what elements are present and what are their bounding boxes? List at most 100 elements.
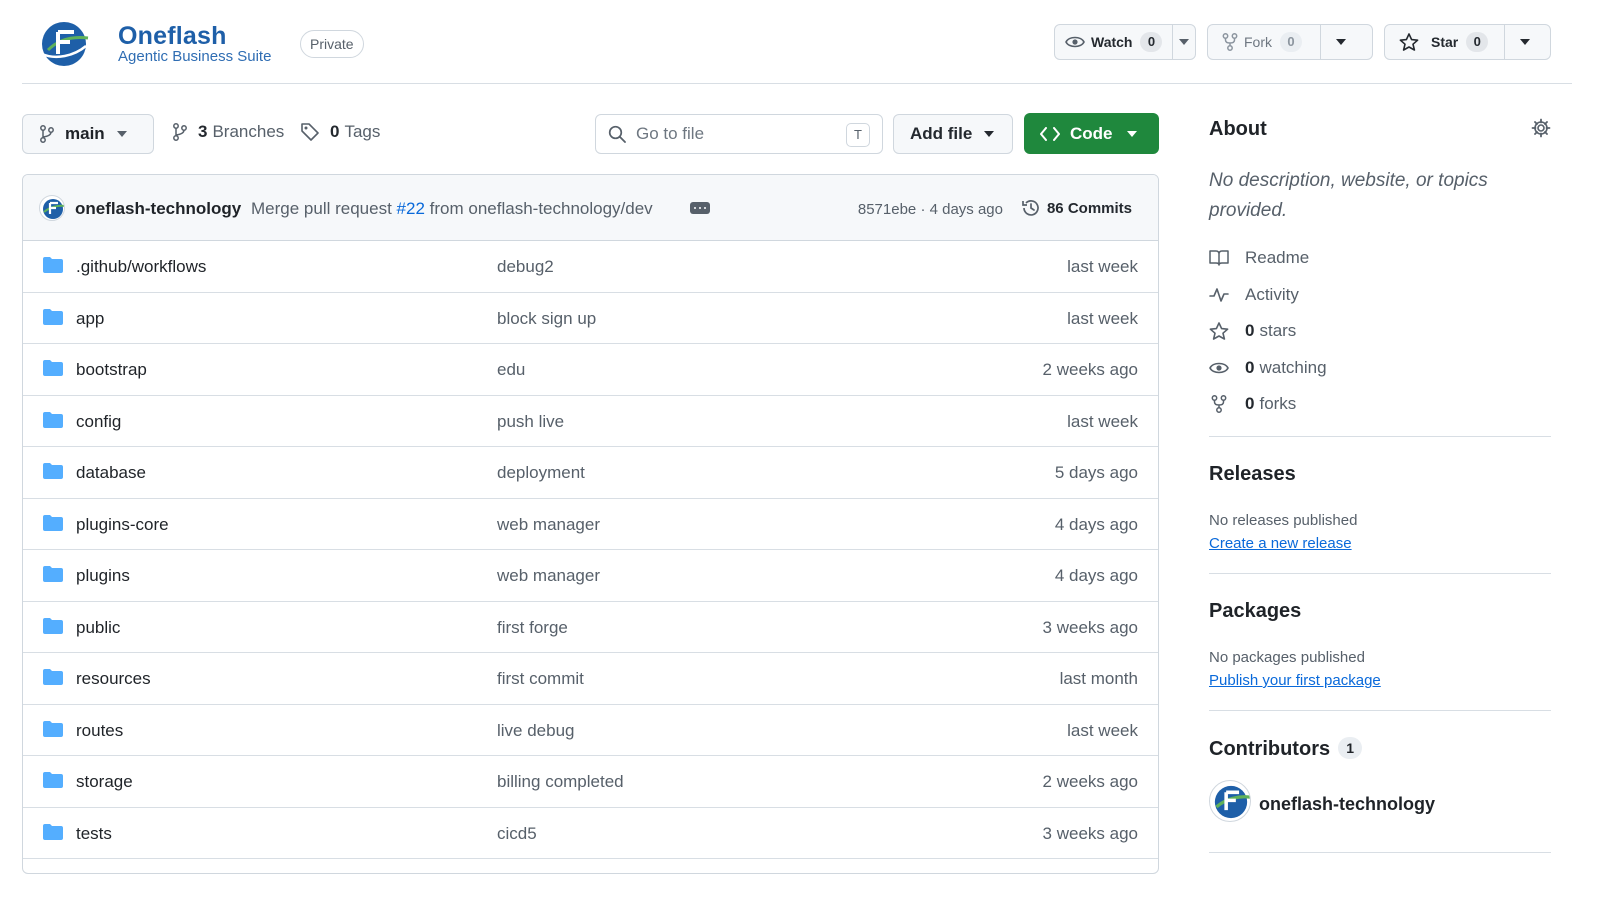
divider — [1209, 573, 1551, 574]
add-file-button[interactable]: Add file — [893, 114, 1013, 154]
branches-link[interactable]: 3 Branches — [172, 122, 284, 142]
folder-icon — [43, 360, 63, 376]
code-label: Code — [1070, 123, 1113, 143]
gear-icon[interactable] — [1531, 118, 1551, 138]
fork-label: Fork — [1244, 34, 1272, 50]
file-commit-message[interactable]: edu — [497, 360, 525, 380]
ellipsis-icon[interactable] — [690, 202, 710, 214]
publish-package-link[interactable]: Publish your first package — [1209, 672, 1381, 689]
eye-icon — [1065, 36, 1085, 48]
avatar[interactable] — [1209, 780, 1251, 822]
watch-dropdown[interactable] — [1172, 25, 1195, 59]
file-name[interactable]: resources — [76, 669, 151, 689]
pull-request-link[interactable]: #22 — [397, 199, 425, 218]
code-button[interactable]: Code — [1024, 113, 1159, 154]
fork-button-group: Fork 0 — [1207, 24, 1373, 60]
brand-name: Oneflash — [118, 22, 227, 50]
star-icon — [1209, 322, 1229, 340]
table-row[interactable]: public first forge 3 weeks ago — [23, 602, 1158, 653]
tags-link[interactable]: 0 Tags — [300, 122, 380, 142]
stars-link[interactable]: 0 stars — [1209, 321, 1296, 341]
star-dropdown[interactable] — [1504, 25, 1544, 59]
file-commit-message[interactable]: cicd5 — [497, 824, 537, 844]
table-row[interactable]: app block sign up last week — [23, 293, 1158, 344]
table-row[interactable]: .github/workflows debug2 last week — [23, 241, 1158, 293]
activity-link[interactable]: Activity — [1209, 285, 1299, 305]
forks-link[interactable]: 0 forks — [1209, 394, 1296, 414]
branch-icon — [173, 123, 187, 141]
table-row[interactable]: resources first commit last month — [23, 653, 1158, 705]
file-commit-message[interactable]: deployment — [497, 463, 585, 483]
packages-title[interactable]: Packages — [1209, 600, 1301, 623]
file-name[interactable]: plugins-core — [76, 515, 169, 535]
file-commit-message[interactable]: live debug — [497, 721, 575, 741]
table-row[interactable]: database deployment 5 days ago — [23, 447, 1158, 499]
add-file-label: Add file — [910, 124, 973, 143]
table-row[interactable]: bootstrap edu 2 weeks ago — [23, 344, 1158, 396]
fork-dropdown[interactable] — [1320, 25, 1360, 59]
commits-link[interactable]: 86 Commits — [1021, 198, 1132, 218]
file-name[interactable]: database — [76, 463, 146, 483]
latest-commit-bar: oneflash-technology Merge pull request #… — [23, 175, 1158, 241]
file-commit-message[interactable]: debug2 — [497, 257, 554, 277]
file-commit-date: last week — [1067, 411, 1138, 431]
watch-label: Watch — [1091, 34, 1133, 50]
caret-down-icon — [116, 131, 127, 137]
file-name[interactable]: app — [76, 309, 104, 329]
file-name[interactable]: public — [76, 618, 120, 638]
file-name[interactable]: bootstrap — [76, 360, 147, 380]
star-button[interactable]: Star 0 — [1385, 25, 1504, 59]
table-row[interactable]: storage billing completed 2 weeks ago — [23, 756, 1158, 808]
watch-button[interactable]: Watch 0 — [1055, 25, 1172, 59]
table-row[interactable]: plugins-core web manager 4 days ago — [23, 499, 1158, 550]
file-commit-message[interactable]: push live — [497, 412, 564, 432]
readme-link[interactable]: Readme — [1209, 248, 1309, 268]
repo-header: Oneflash Agentic Business Suite Private … — [22, 0, 1572, 84]
file-commit-message[interactable]: billing completed — [497, 772, 624, 792]
table-row[interactable]: routes live debug last week — [23, 705, 1158, 756]
contributors-title[interactable]: Contributors 1 — [1209, 737, 1363, 761]
file-name[interactable]: config — [76, 412, 121, 432]
table-row[interactable]: plugins web manager 4 days ago — [23, 550, 1158, 602]
fork-icon — [1211, 395, 1227, 413]
create-release-link[interactable]: Create a new release — [1209, 535, 1352, 552]
contributor-name[interactable]: oneflash-technology — [1259, 794, 1435, 815]
file-name[interactable]: .github/workflows — [76, 257, 206, 277]
folder-icon — [43, 308, 63, 325]
eye-icon — [1209, 362, 1229, 374]
folder-icon — [43, 772, 63, 788]
file-commit-message[interactable]: web manager — [497, 566, 600, 586]
fork-button[interactable]: Fork 0 — [1208, 25, 1320, 59]
file-name[interactable]: storage — [76, 772, 133, 792]
branch-icon — [40, 125, 54, 143]
commit-author[interactable]: oneflash-technology — [75, 199, 241, 219]
branches-count: 3 — [198, 122, 208, 141]
commit-message[interactable]: Merge pull request #22 from oneflash-tec… — [251, 199, 653, 219]
table-row[interactable]: tests cicd5 3 weeks ago — [23, 808, 1158, 859]
file-name[interactable]: tests — [76, 824, 112, 844]
table-row[interactable]: config push live last week — [23, 396, 1158, 447]
releases-title[interactable]: Releases — [1209, 463, 1296, 486]
watch-button-group: Watch 0 — [1054, 24, 1196, 60]
watch-count: 0 — [1140, 32, 1163, 52]
file-commit-message[interactable]: block sign up — [497, 309, 596, 329]
activity-label: Activity — [1245, 285, 1299, 304]
avatar[interactable] — [39, 195, 65, 221]
branch-selector[interactable]: main — [22, 114, 154, 154]
file-commit-date: last week — [1067, 720, 1138, 740]
file-commit-message[interactable]: first forge — [497, 618, 568, 638]
oneflash-logo[interactable] — [38, 20, 90, 68]
file-commit-date: 2 weeks ago — [1042, 360, 1138, 379]
file-commit-message[interactable]: web manager — [497, 515, 600, 535]
packages-note: No packages published — [1209, 649, 1365, 666]
contributors-count: 1 — [1338, 737, 1363, 759]
file-name[interactable]: routes — [76, 721, 123, 741]
file-commit-date: 3 weeks ago — [1042, 823, 1138, 843]
watching-link[interactable]: 0 watching — [1209, 358, 1327, 378]
fork-icon — [1222, 33, 1238, 51]
go-to-file-input[interactable]: Go to file T — [595, 114, 883, 154]
file-commit-message[interactable]: first commit — [497, 669, 584, 689]
file-name[interactable]: plugins — [76, 566, 130, 586]
about-title: About — [1209, 118, 1267, 140]
commit-sha[interactable]: 8571ebe · 4 days ago — [858, 201, 1003, 218]
